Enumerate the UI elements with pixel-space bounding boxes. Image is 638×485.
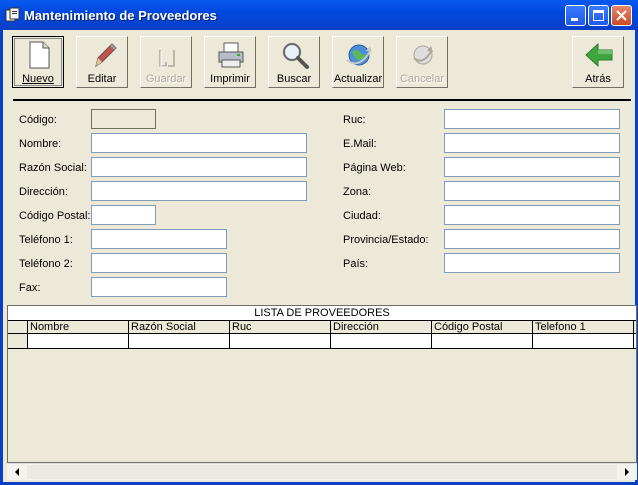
toolbar-separator xyxy=(13,99,631,101)
save-button-label: Guardar xyxy=(145,73,187,85)
province-field[interactable] xyxy=(444,229,620,249)
search-button-label: Buscar xyxy=(276,73,312,85)
horizontal-scrollbar[interactable] xyxy=(7,463,637,480)
country-field[interactable] xyxy=(444,253,620,273)
new-document-icon xyxy=(29,41,50,69)
zone-label: Zona: xyxy=(343,186,372,198)
minimize-icon xyxy=(571,18,578,21)
edit-button-label: Editar xyxy=(87,73,117,85)
fax-field[interactable] xyxy=(91,277,227,297)
pencil-icon xyxy=(95,43,117,68)
postal-code-field[interactable] xyxy=(91,205,156,225)
column-header-ruc[interactable]: Ruc xyxy=(230,321,331,334)
window-title: Mantenimiento de Proveedores xyxy=(24,8,217,23)
globe-refresh-icon xyxy=(346,44,372,66)
back-button-label: Atrás xyxy=(585,73,611,85)
city-field[interactable] xyxy=(444,205,620,225)
app-icon xyxy=(5,7,20,22)
column-header-name[interactable]: Nombre xyxy=(28,321,129,334)
column-header-overflow xyxy=(634,321,636,334)
phone1-label: Teléfono 1: xyxy=(19,234,73,246)
scroll-left-icon xyxy=(15,468,19,476)
city-label: Ciudad: xyxy=(343,210,381,222)
scroll-right-button[interactable] xyxy=(619,464,635,480)
ruc-label: Ruc: xyxy=(343,114,366,126)
name-label: Nombre: xyxy=(19,138,62,150)
postal-code-label: Código Postal: xyxy=(19,210,91,222)
column-header-postal-code[interactable]: Código Postal xyxy=(432,321,533,334)
table-cell[interactable] xyxy=(28,334,129,349)
business-name-field[interactable] xyxy=(91,157,307,177)
title-bar[interactable]: Mantenimiento de Proveedores xyxy=(0,0,638,30)
cancel-button-label: Cancelar xyxy=(399,73,445,85)
code-field[interactable] xyxy=(91,109,156,129)
phone2-field[interactable] xyxy=(91,253,227,273)
zone-field[interactable] xyxy=(444,181,620,201)
address-field[interactable] xyxy=(91,181,307,201)
phone1-field[interactable] xyxy=(91,229,227,249)
back-arrow-icon xyxy=(585,42,613,68)
print-button[interactable]: Imprimir xyxy=(204,36,256,88)
save-button[interactable]: Guardar xyxy=(140,36,192,88)
website-field[interactable] xyxy=(444,157,620,177)
business-name-label: Razón Social: xyxy=(19,162,87,174)
refresh-button[interactable]: Actualizar xyxy=(332,36,384,88)
table-cell[interactable] xyxy=(331,334,432,349)
main-window: Mantenimiento de Proveedores Nuevo Edita… xyxy=(0,0,638,485)
new-button-label: Nuevo xyxy=(22,73,54,85)
suppliers-grid[interactable]: LISTA DE PROVEEDORES Nombre Razón Social… xyxy=(7,305,637,463)
table-cell[interactable] xyxy=(634,334,636,349)
save-icon xyxy=(159,50,175,68)
table-cell[interactable] xyxy=(129,334,230,349)
table-cell[interactable] xyxy=(533,334,634,349)
scroll-right-icon xyxy=(625,468,629,476)
phone2-label: Teléfono 2: xyxy=(19,258,73,270)
table-cell[interactable] xyxy=(432,334,533,349)
email-label: E.Mail: xyxy=(343,138,377,150)
province-label: Provincia/Estado: xyxy=(343,234,429,246)
scroll-thumb[interactable] xyxy=(27,465,617,479)
country-label: País: xyxy=(343,258,369,270)
minimize-button[interactable] xyxy=(565,5,586,26)
name-field[interactable] xyxy=(91,133,307,153)
print-button-label: Imprimir xyxy=(210,73,250,85)
table-cell[interactable] xyxy=(230,334,331,349)
magnifier-icon xyxy=(283,43,309,69)
ruc-field[interactable] xyxy=(444,109,620,129)
cancel-button[interactable]: Cancelar xyxy=(396,36,448,88)
close-icon xyxy=(616,10,627,21)
email-field[interactable] xyxy=(444,133,620,153)
fax-label: Fax: xyxy=(19,282,41,294)
search-button[interactable]: Buscar xyxy=(268,36,320,88)
column-header-phone1[interactable]: Telefono 1 xyxy=(533,321,634,334)
row-selector[interactable] xyxy=(8,334,28,349)
edit-button[interactable]: Editar xyxy=(76,36,128,88)
website-label: Página Web: xyxy=(343,162,406,174)
cancel-icon xyxy=(413,45,433,65)
maximize-button[interactable] xyxy=(588,5,609,26)
grid-caption: LISTA DE PROVEEDORES xyxy=(8,306,636,321)
maximize-icon xyxy=(593,10,604,21)
new-button[interactable]: Nuevo xyxy=(12,36,64,88)
refresh-button-label: Actualizar xyxy=(333,73,383,85)
address-label: Dirección: xyxy=(19,186,68,198)
code-label: Código: xyxy=(19,114,57,126)
printer-icon xyxy=(218,42,244,68)
close-button[interactable] xyxy=(611,5,632,26)
column-header-business-name[interactable]: Razón Social xyxy=(129,321,230,334)
scroll-left-button[interactable] xyxy=(9,464,25,480)
row-header-corner xyxy=(8,321,28,334)
back-button[interactable]: Atrás xyxy=(572,36,624,88)
column-header-address[interactable]: Dirección xyxy=(331,321,432,334)
